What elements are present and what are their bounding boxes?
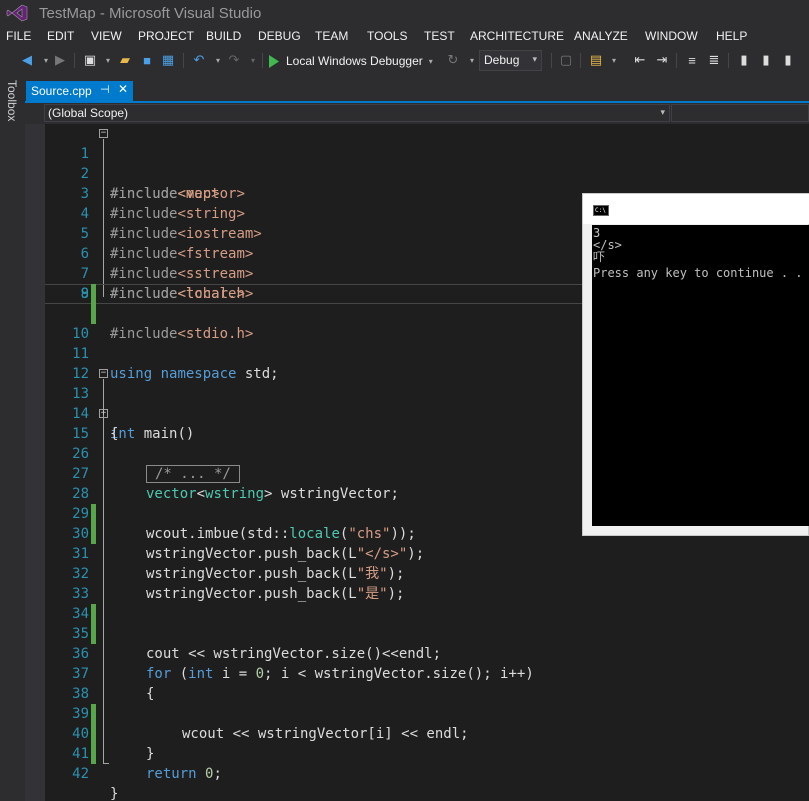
find-in-files-icon[interactable]: ▤ (588, 52, 604, 68)
play-icon (269, 54, 279, 68)
refresh-dropdown-icon[interactable]: ▾ (464, 52, 480, 68)
save-all-icon[interactable]: ▦ (160, 52, 176, 68)
code-line[interactable]: 40 (45, 704, 809, 764)
redo-dropdown-icon[interactable]: ▾ (245, 52, 261, 68)
line-number: 42 (72, 766, 89, 782)
bookmark-next-icon[interactable]: ⇥ (654, 52, 670, 68)
uncomment-lines-icon[interactable]: ≣ (706, 52, 722, 68)
forward-arrow-icon[interactable]: ▶ (52, 52, 68, 68)
line-number: 9 (80, 286, 89, 302)
close-icon[interactable]: ✕ (118, 82, 128, 96)
code-line[interactable]: 38 wcout << wstringVector[i] << endl; (45, 664, 809, 742)
menu-build[interactable]: BUILD (206, 29, 241, 43)
menu-team[interactable]: TEAM (315, 29, 348, 43)
pin-icon[interactable]: ⊣ (100, 83, 110, 96)
toolbar-separator (551, 53, 552, 68)
code-line[interactable]: 37 { (45, 644, 809, 702)
console-window[interactable]: C:\ 3 </s> 吓 Press any key to continue .… (582, 193, 809, 536)
chevron-down-icon: ▾ (660, 107, 665, 117)
code-line[interactable]: 3 #include<string> (45, 164, 809, 222)
code-line[interactable]: 35 cout << wstringVector.size()<<endl; (45, 604, 809, 662)
menu-project[interactable]: PROJECT (138, 29, 194, 43)
back-arrow-icon[interactable]: ◀ (19, 52, 35, 68)
chevron-down-icon: ▾ (532, 54, 537, 64)
scope-dropdown[interactable]: (Global Scope) ▾ (44, 104, 670, 122)
run-target-dropdown-icon[interactable]: ▾ (429, 57, 433, 66)
toolbox-tab[interactable]: Toolbox (5, 80, 19, 121)
code-text: #include<tchar.h> (110, 286, 254, 302)
start-debugging-button[interactable]: Local Windows Debugger ▾ (268, 51, 433, 71)
undo-dropdown-icon[interactable]: ▾ (210, 52, 226, 68)
toolbar-separator (262, 53, 263, 68)
menu-test[interactable]: TEST (424, 29, 455, 43)
visual-studio-logo-icon (6, 4, 28, 22)
window-title: TestMap - Microsoft Visual Studio (39, 5, 262, 22)
code-line[interactable]: 36 for (int i = 0; i < wstringVector.siz… (45, 624, 809, 682)
toolbar-separator (74, 53, 75, 68)
member-dropdown[interactable] (671, 104, 809, 122)
menu-analyze[interactable]: ANALYZE (574, 29, 628, 43)
scope-value: (Global Scope) (48, 106, 129, 120)
title-bar: TestMap - Microsoft Visual Studio (0, 0, 809, 26)
code-line[interactable]: 1 − #include<vector> (45, 124, 809, 203)
code-line[interactable]: 33 (45, 564, 809, 624)
solution-configuration-select[interactable]: Debug ▾ (479, 50, 542, 71)
solution-configuration-value: Debug (484, 53, 520, 67)
menu-view[interactable]: VIEW (91, 29, 122, 43)
comment-lines-icon[interactable]: ≡ (684, 52, 700, 68)
console-line: 吓 (593, 250, 606, 264)
menu-window[interactable]: WINDOW (645, 29, 698, 43)
new-project-dropdown-icon[interactable]: ▾ (100, 52, 116, 68)
bookmark-icon[interactable]: ▮ (736, 52, 752, 68)
code-line[interactable]: 39 } (45, 684, 809, 762)
code-text: } (110, 786, 119, 801)
toolbar-separator (183, 53, 184, 68)
new-project-icon[interactable]: ▣ (82, 52, 98, 68)
bookmark-prev-icon[interactable]: ⇤ (632, 52, 648, 68)
menu-tools[interactable]: TOOLS (367, 29, 407, 43)
code-line[interactable]: 41 return 0; (45, 724, 809, 782)
code-line[interactable]: 34 (45, 584, 809, 644)
bookmark-clear-icon[interactable]: ▮ (780, 52, 796, 68)
collapse-icon[interactable]: − (99, 369, 108, 378)
change-marker (91, 284, 96, 304)
attach-icon[interactable]: ▢ (558, 52, 574, 68)
menu-bar: FILE EDIT VIEW PROJECT BUILD DEBUG TEAM … (0, 26, 809, 47)
code-line[interactable]: 2 #include<map> (45, 144, 809, 202)
toolbox-strip (0, 75, 25, 801)
tab-label: Source.cpp (31, 84, 92, 98)
toolbar-separator (728, 53, 729, 68)
bookmark-toggle-icon[interactable]: ▮ (758, 52, 774, 68)
editor-margin (25, 124, 45, 801)
console-output: 3 </s> 吓 Press any key to continue . . . (592, 225, 809, 526)
menu-architecture[interactable]: ARCHITECTURE (470, 29, 564, 43)
console-app-icon: C:\ (593, 205, 609, 216)
collapse-icon[interactable]: − (99, 129, 108, 138)
expand-icon[interactable]: + (99, 409, 108, 418)
document-tab-strip (25, 79, 809, 101)
undo-icon[interactable]: ↶ (191, 52, 207, 68)
save-icon[interactable]: ■ (139, 52, 155, 68)
toolbar-separator (580, 53, 581, 68)
redo-icon[interactable]: ↷ (226, 52, 242, 68)
toolbar-separator (676, 53, 677, 68)
code-line[interactable]: 32 wstringVector.push_back(L"是"); (45, 544, 809, 602)
menu-debug[interactable]: DEBUG (258, 29, 301, 43)
code-text: return 0; (146, 766, 222, 782)
console-line: Press any key to continue . . . (593, 266, 809, 280)
open-folder-icon[interactable]: ▰ (117, 52, 133, 68)
menu-help[interactable]: HELP (716, 29, 747, 43)
refresh-icon[interactable]: ↻ (445, 52, 461, 68)
find-dropdown-icon[interactable]: ▾ (606, 52, 622, 68)
run-target-label: Local Windows Debugger (286, 54, 423, 68)
code-line[interactable]: 42 } (45, 744, 809, 801)
menu-edit[interactable]: EDIT (47, 29, 74, 43)
console-title-bar[interactable]: C:\ (583, 194, 809, 224)
tab-source-cpp[interactable]: Source.cpp ⊣ ✕ (26, 81, 133, 101)
menu-file[interactable]: FILE (6, 29, 31, 43)
